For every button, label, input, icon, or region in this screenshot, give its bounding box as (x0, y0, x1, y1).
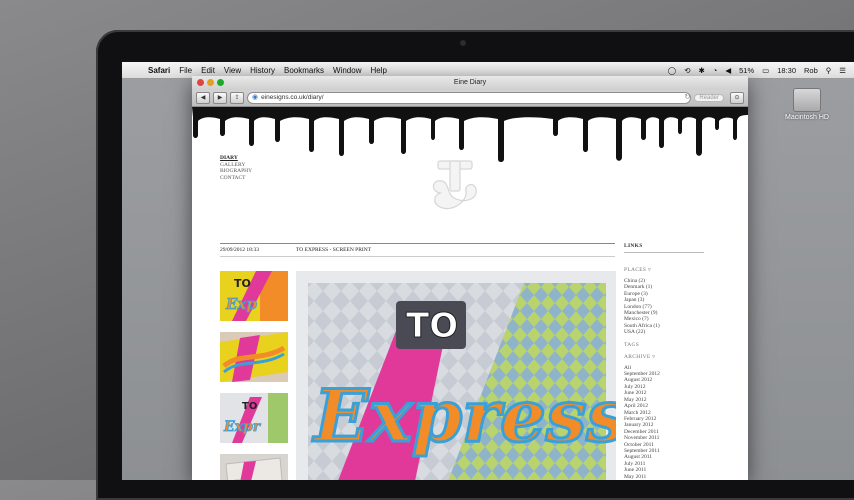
nav-biography[interactable]: BIOGRAPHY (220, 168, 252, 175)
thumbnail-4[interactable]: Ex (220, 454, 288, 480)
artwork-to-text: TO (406, 306, 458, 346)
back-button[interactable]: ◀ (196, 92, 210, 104)
nav-contact[interactable]: CONTACT (220, 175, 252, 182)
thumbnail-3[interactable]: TO Expr (220, 393, 288, 443)
post-header: 29/09/2012 18:33 TO EXPRESS - SCREEN PRI… (220, 243, 615, 257)
drive-label: Macintosh HD (772, 114, 842, 121)
chevron-down-icon: ▿ (648, 267, 651, 273)
post-date: 29/09/2012 18:33 (220, 244, 259, 256)
hard-drive-icon (793, 88, 821, 112)
close-button[interactable] (197, 79, 204, 86)
menu-safari[interactable]: Safari (148, 66, 170, 75)
menu-file[interactable]: File (179, 66, 192, 75)
menu-window[interactable]: Window (333, 66, 361, 75)
sidebar: LINKS PLACES ▿ China (2)Denmark (1)Europ… (624, 243, 704, 480)
user-name[interactable]: Rob (804, 66, 818, 75)
menu-edit[interactable]: Edit (201, 66, 215, 75)
menu-history[interactable]: History (250, 66, 275, 75)
svg-text:TO: TO (234, 277, 251, 290)
window-titlebar: Eine Diary (192, 76, 748, 90)
minimize-button[interactable] (207, 79, 214, 86)
bluetooth-icon[interactable]: ✱ (699, 66, 705, 75)
browser-toolbar: ◀ ▶ ⇪ ◉ einesigns.co.uk/diary/ ↻ Reader … (192, 90, 748, 107)
time-machine-icon[interactable]: ⟲ (684, 66, 690, 75)
svg-text:Expr: Expr (223, 419, 262, 435)
chevron-down-icon: ▿ (652, 354, 655, 360)
globe-icon: ◉ (252, 93, 258, 103)
artwork-image[interactable]: TO Express (296, 271, 616, 480)
notification-center-icon[interactable]: ☰ (839, 66, 846, 75)
desktop-drive[interactable]: Macintosh HD (772, 88, 842, 121)
spotlight-icon[interactable]: ⚲ (826, 66, 832, 75)
web-page: DIARY GALLERY BIOGRAPHY CONTACT 29/09/20… (192, 107, 748, 480)
wifi-icon[interactable]: ◔ (713, 66, 718, 75)
screen: Safari File Edit View History Bookmarks … (122, 62, 854, 480)
places-heading[interactable]: PLACES ▿ (624, 267, 704, 273)
place-link[interactable]: USA (22) (624, 329, 704, 335)
downloads-icon[interactable]: ⊙ (730, 92, 744, 104)
thumbnail-1[interactable]: TO Exp (220, 271, 288, 321)
address-bar[interactable]: ◉ einesigns.co.uk/diary/ ↻ (247, 92, 691, 104)
svg-text:TO: TO (242, 401, 257, 412)
battery-percent[interactable]: 51% (739, 66, 754, 75)
thumbnail-list: TO Exp (220, 271, 288, 480)
tags-heading[interactable]: TAGS (624, 342, 704, 348)
archive-heading[interactable]: ARCHIVE ▿ (624, 354, 704, 360)
menu-view[interactable]: View (224, 66, 241, 75)
zoom-button[interactable] (217, 79, 224, 86)
archive-list: AllSeptember 2012August 2012July 2012Jun… (624, 365, 704, 480)
reload-icon[interactable]: ↻ (684, 93, 690, 103)
artwork-express-text: Express (312, 373, 616, 458)
svg-text:Exp: Exp (225, 295, 257, 313)
volume-icon[interactable]: ◀ (725, 66, 731, 75)
places-list: China (2)Denmark (1)Europe (3)Japan (3)L… (624, 278, 704, 336)
menu-help[interactable]: Help (370, 66, 386, 75)
clock[interactable]: 18:30 (777, 66, 796, 75)
camera (460, 40, 466, 46)
forward-button[interactable]: ▶ (213, 92, 227, 104)
menu-bookmarks[interactable]: Bookmarks (284, 66, 324, 75)
links-heading: LINKS (624, 243, 704, 253)
reader-button[interactable]: Reader (694, 94, 724, 102)
thumbnail-2[interactable] (220, 332, 288, 382)
window-title: Eine Diary (454, 79, 486, 86)
chat-icon[interactable]: ◯ (668, 66, 676, 75)
post-title[interactable]: TO EXPRESS - SCREEN PRINT (296, 244, 371, 256)
site-logo[interactable] (420, 155, 490, 217)
site-nav: DIARY GALLERY BIOGRAPHY CONTACT (220, 155, 252, 181)
share-icon[interactable]: ⇪ (230, 92, 244, 104)
browser-window: Eine Diary ◀ ▶ ⇪ ◉ einesigns.co.uk/diary… (192, 76, 748, 480)
battery-icon[interactable]: ▭ (762, 66, 769, 75)
url-text: einesigns.co.uk/diary/ (261, 93, 324, 103)
